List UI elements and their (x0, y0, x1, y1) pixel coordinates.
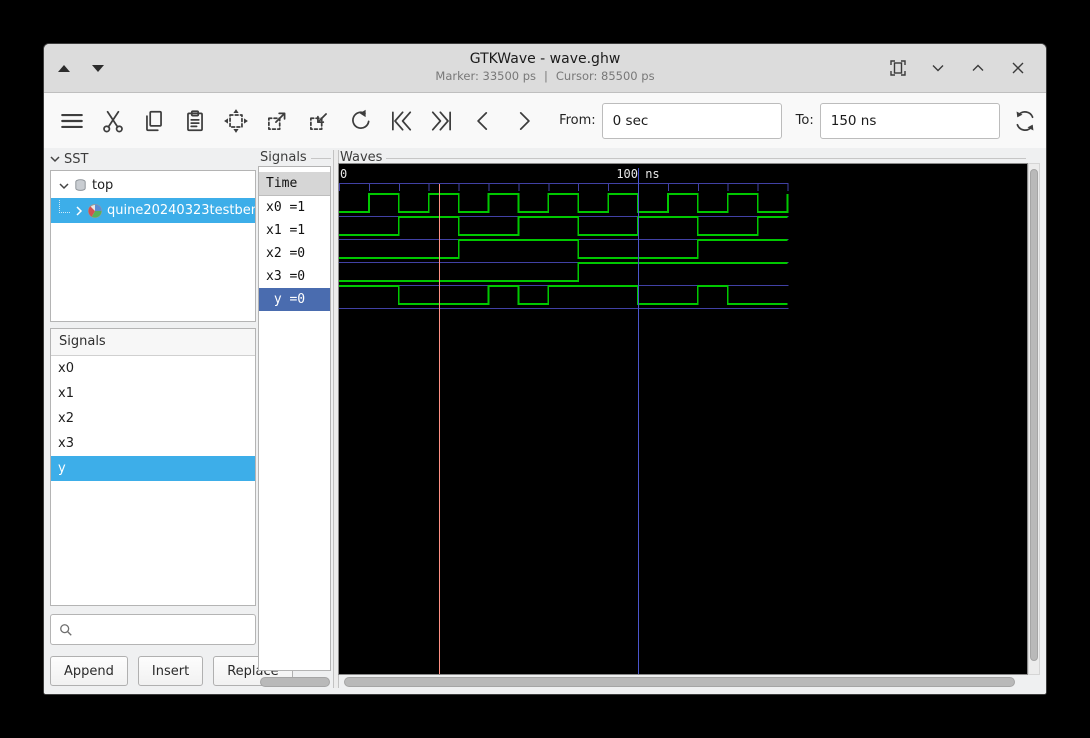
reload-icon[interactable] (1010, 104, 1041, 138)
signal-list-header[interactable]: Signals (51, 329, 255, 356)
tree-item-label: quine20240323testbench (107, 203, 255, 218)
time-column-header[interactable]: Time (259, 172, 330, 196)
svg-text:0: 0 (340, 167, 347, 181)
to-label: To: (795, 113, 814, 128)
wave-vscrollbar[interactable] (1028, 163, 1040, 675)
list-item[interactable]: x2 (51, 406, 255, 431)
search-input[interactable] (79, 621, 255, 638)
fullscreen-icon[interactable] (888, 58, 908, 78)
sst-header[interactable]: SST (50, 150, 256, 168)
to-input[interactable] (819, 102, 1000, 139)
sst-collapse-chevron-icon[interactable] (50, 152, 60, 167)
sst-tree: top quine20240323testbench (50, 170, 256, 322)
paste-icon[interactable] (180, 104, 211, 138)
expander-down-icon[interactable] (57, 182, 71, 190)
signal-search (50, 614, 256, 645)
tree-item-label: top (92, 178, 114, 193)
cursor-status: Cursor: 85500 ps (555, 69, 655, 83)
signal-list-items: x0 x1 x2 x3 y (51, 356, 255, 481)
close-icon[interactable] (1008, 58, 1028, 78)
tree-branch-line (59, 200, 70, 213)
zoom-in-icon[interactable] (262, 104, 293, 138)
names-panel-rows: x0 =1 x1 =1 x2 =0 x3 =0 y =0 (259, 196, 330, 311)
insert-button[interactable]: Insert (137, 656, 204, 686)
zoom-out-icon[interactable] (303, 104, 334, 138)
search-icon (60, 623, 72, 636)
sst-header-label: SST (64, 151, 89, 167)
titlebar: GTKWave - wave.ghw Marker: 33500 ps | Curs… (44, 44, 1046, 93)
signal-name-row[interactable]: x3 =0 (259, 265, 330, 288)
wave-hscrollbar[interactable] (344, 676, 1022, 688)
titlebar-up-arrow-icon[interactable] (58, 64, 70, 72)
append-button[interactable]: Append (50, 656, 128, 686)
signal-name-row[interactable]: x0 =1 (259, 196, 330, 219)
titlebar-down-arrow-icon[interactable] (92, 64, 104, 72)
skip-to-end-icon[interactable] (427, 104, 458, 138)
names-hscrollbar[interactable] (260, 676, 330, 688)
undo-icon[interactable] (344, 104, 375, 138)
signal-name-row[interactable]: y =0 (259, 288, 330, 311)
names-panel-header: Signals (260, 150, 331, 165)
list-item[interactable]: x1 (51, 381, 255, 406)
maximize-icon[interactable] (968, 58, 988, 78)
marker-status: Marker: 33500 ps (435, 69, 537, 83)
list-item[interactable]: y (51, 456, 255, 481)
status-separator: | (544, 69, 548, 83)
signal-name-row[interactable]: x1 =1 (259, 219, 330, 242)
main-content: SST top quine20240323testbench (44, 148, 1046, 694)
minimize-icon[interactable] (928, 58, 948, 78)
tree-item-top[interactable]: top (51, 173, 255, 198)
signal-name-row[interactable]: x2 =0 (259, 242, 330, 265)
toolbar: From: To: (44, 93, 1046, 149)
signal-list: Signals x0 x1 x2 x3 y (50, 328, 256, 606)
expander-right-icon[interactable] (72, 205, 86, 216)
skip-to-start-icon[interactable] (385, 104, 416, 138)
cut-icon[interactable] (97, 104, 128, 138)
hierarchy-top-icon (71, 178, 89, 193)
wave-canvas-svg: 0 100 ns (339, 167, 789, 674)
list-item[interactable]: x0 (51, 356, 255, 381)
from-input[interactable] (601, 102, 782, 139)
tree-item-testbench[interactable]: quine20240323testbench (51, 198, 255, 223)
gtkwave-window: GTKWave - wave.ghw Marker: 33500 ps | Curs… (44, 44, 1046, 694)
module-icon (86, 203, 104, 219)
wave-canvas[interactable]: 0 100 ns (338, 163, 1028, 675)
menu-icon[interactable] (56, 104, 87, 138)
step-left-icon[interactable] (468, 104, 499, 138)
from-label: From: (559, 113, 596, 128)
zoom-fit-icon[interactable] (221, 104, 252, 138)
names-panel: Time x0 =1 x1 =1 x2 =0 x3 =0 y =0 (258, 166, 331, 671)
copy-icon[interactable] (138, 104, 169, 138)
step-right-icon[interactable] (509, 104, 540, 138)
list-item[interactable]: x3 (51, 431, 255, 456)
